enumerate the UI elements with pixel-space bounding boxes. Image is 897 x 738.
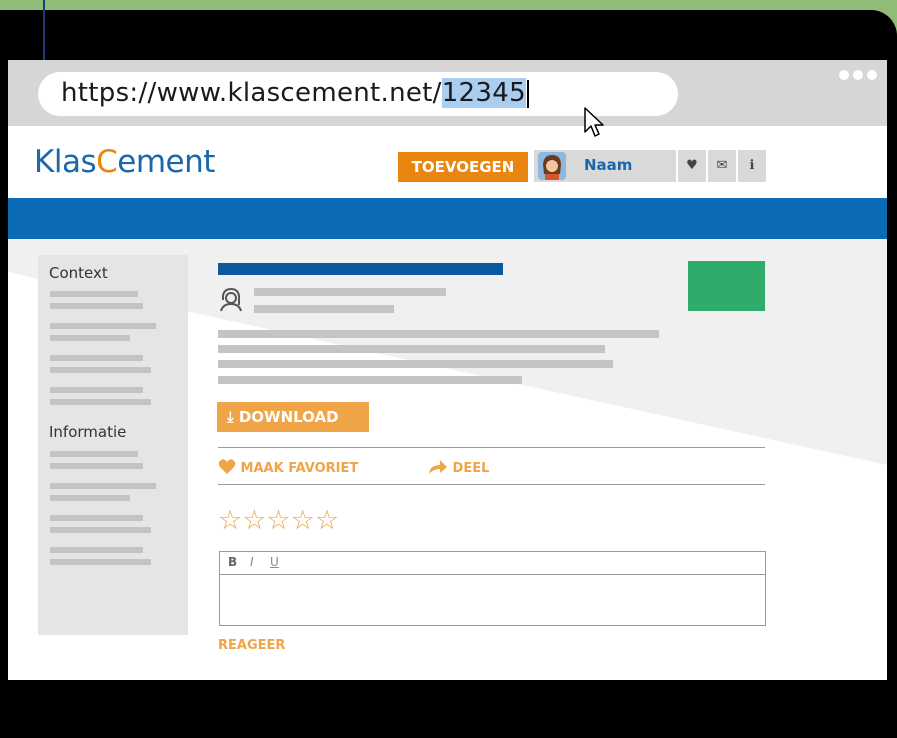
klascement-logo[interactable]: KlasCement bbox=[34, 144, 215, 180]
url-selected-id: 12345 bbox=[441, 78, 526, 108]
sidebar-link[interactable] bbox=[50, 451, 138, 457]
url-text[interactable]: https://www.klascement.net/12345 bbox=[61, 78, 529, 108]
sidebar-link[interactable] bbox=[50, 495, 130, 501]
avatar bbox=[538, 152, 566, 180]
sidebar-heading-informatie: Informatie bbox=[49, 423, 127, 441]
heart-icon[interactable]: ♥ bbox=[676, 150, 706, 182]
download-button[interactable]: ⤓ DOWNLOAD bbox=[217, 402, 369, 432]
logo-k: K bbox=[34, 144, 54, 180]
logo-c: C bbox=[96, 144, 118, 180]
divider bbox=[218, 484, 765, 485]
sidebar: Context Informatie bbox=[38, 255, 188, 635]
sidebar-link[interactable] bbox=[50, 355, 143, 361]
resource-thumbnail[interactable] bbox=[688, 261, 765, 311]
share-arrow-icon bbox=[429, 460, 447, 474]
user-name: Naam bbox=[584, 156, 633, 174]
sidebar-link[interactable] bbox=[50, 323, 156, 329]
mail-glyph: ✉ bbox=[716, 158, 728, 173]
reply-button[interactable]: REAGEER bbox=[218, 638, 285, 653]
heart-icon bbox=[218, 459, 236, 474]
editor-toolbar: B I U bbox=[220, 552, 765, 575]
browser-toolbar: https://www.klascement.net/12345 bbox=[8, 60, 887, 126]
info-icon[interactable]: ℹ bbox=[736, 150, 766, 182]
rating-stars[interactable]: ☆☆☆☆☆ bbox=[218, 505, 339, 536]
description-line bbox=[218, 360, 613, 368]
sidebar-link[interactable] bbox=[50, 527, 151, 533]
sidebar-link[interactable] bbox=[50, 335, 130, 341]
browser-menu-icon[interactable] bbox=[835, 68, 877, 84]
italic-button[interactable]: I bbox=[250, 555, 254, 569]
description-line bbox=[218, 376, 522, 384]
sidebar-link[interactable] bbox=[50, 399, 151, 405]
author-icon bbox=[220, 287, 242, 312]
sidebar-heading-context: Context bbox=[49, 264, 108, 282]
sidebar-link[interactable] bbox=[50, 547, 143, 553]
info-glyph: ℹ bbox=[749, 158, 755, 173]
resource-title bbox=[218, 263, 503, 275]
heart-glyph: ♥ bbox=[686, 158, 698, 173]
url-prefix: https://www.klascement.net/ bbox=[61, 78, 442, 108]
sidebar-link[interactable] bbox=[50, 367, 151, 373]
author-meta bbox=[254, 305, 394, 313]
sidebar-link[interactable] bbox=[50, 559, 151, 565]
sidebar-link[interactable] bbox=[50, 291, 138, 297]
sidebar-link[interactable] bbox=[50, 515, 143, 521]
logo-ement: ement bbox=[117, 144, 215, 180]
favorite-button[interactable]: MAAK FAVORIET bbox=[218, 459, 358, 476]
browser-screen: https://www.klascement.net/12345 KlasCem… bbox=[8, 60, 887, 680]
text-caret bbox=[526, 79, 529, 108]
share-button[interactable]: DEEL bbox=[428, 459, 489, 476]
sidebar-link[interactable] bbox=[50, 463, 143, 469]
navigation-bar bbox=[8, 198, 887, 239]
description-line bbox=[218, 330, 659, 338]
divider bbox=[218, 447, 765, 448]
sidebar-link[interactable] bbox=[50, 483, 156, 489]
logo-las: las bbox=[53, 144, 97, 180]
author-name[interactable] bbox=[254, 288, 446, 296]
mouse-pointer-icon bbox=[584, 107, 604, 137]
sidebar-link[interactable] bbox=[50, 387, 143, 393]
user-menu[interactable]: Naam bbox=[534, 150, 676, 182]
bold-button[interactable]: B bbox=[228, 555, 237, 569]
add-button[interactable]: TOEVOEGEN bbox=[398, 152, 528, 182]
sidebar-link[interactable] bbox=[50, 303, 143, 309]
share-label: DEEL bbox=[452, 461, 490, 476]
favorite-label: MAAK FAVORIET bbox=[240, 461, 359, 476]
mail-icon[interactable]: ✉ bbox=[706, 150, 736, 182]
comment-editor[interactable]: B I U bbox=[219, 551, 766, 626]
description-line bbox=[218, 345, 605, 353]
underline-button[interactable]: U bbox=[270, 555, 279, 569]
